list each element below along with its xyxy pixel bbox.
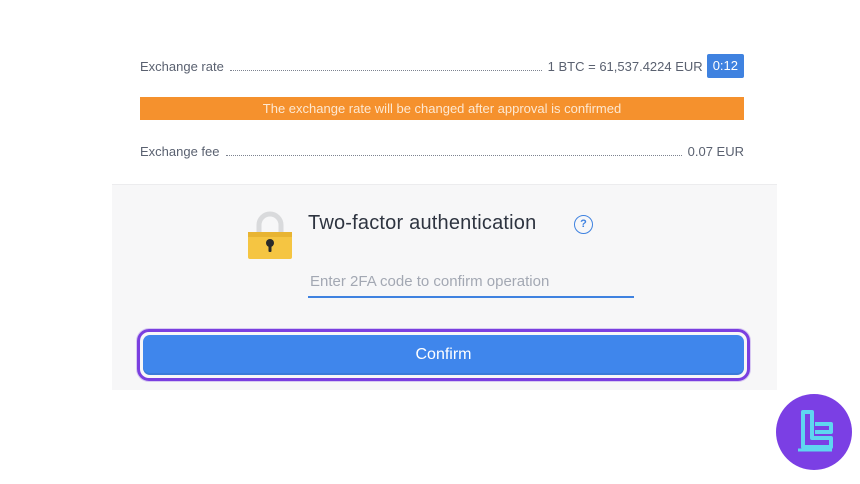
two-factor-title: Two-factor authentication	[308, 212, 537, 234]
exchange-fee-row: Exchange fee 0.07 EUR	[140, 140, 744, 162]
two-factor-code-input[interactable]	[308, 266, 634, 298]
exchange-fee-label: Exchange fee	[140, 143, 220, 159]
exchange-rate-value: 1 BTC = 61,537.4224 EUR	[547, 58, 703, 74]
lock-icon	[246, 210, 294, 260]
help-icon[interactable]: ?	[574, 215, 593, 234]
confirm-button-highlight: Confirm	[137, 329, 750, 381]
confirm-button[interactable]: Confirm	[143, 335, 744, 375]
dotted-leader	[225, 154, 682, 156]
rate-countdown-timer: 0:12	[706, 54, 744, 78]
exchange-rate-label: Exchange rate	[140, 58, 224, 74]
exchange-fee-value: 0.07 EUR	[687, 143, 744, 159]
exchange-confirmation-page: Exchange rate 1 BTC = 61,537.4224 EUR 0:…	[0, 0, 860, 484]
exchange-rate-row: Exchange rate 1 BTC = 61,537.4224 EUR 0:…	[140, 54, 744, 78]
brand-logo-icon	[776, 394, 852, 470]
dotted-leader	[229, 69, 542, 71]
rate-change-notice: The exchange rate will be changed after …	[140, 97, 744, 120]
